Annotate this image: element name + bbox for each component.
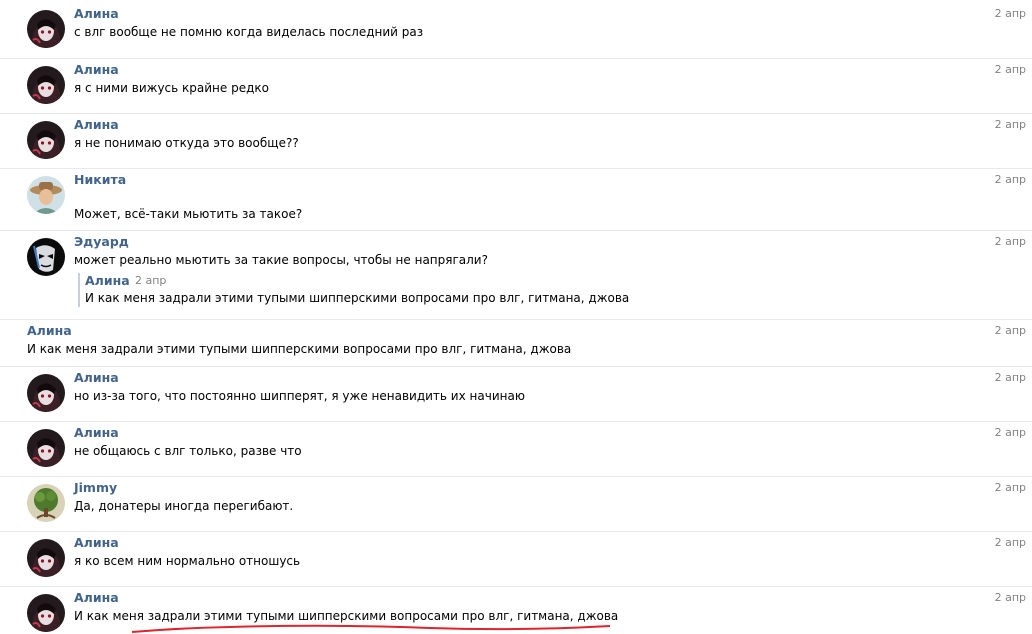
author-name[interactable]: Эдуард [74,234,129,249]
author-name[interactable]: Алина [74,62,119,77]
message-text: я с ними вижусь крайне редко [74,81,269,95]
message-text: с влг вообще не помню когда виделась пос… [74,25,424,39]
avatar[interactable] [27,10,65,48]
message-date[interactable]: 2 апр [995,235,1026,248]
message-row: Алина 2 апр но из-за того, что постоянно ш… [0,366,1032,421]
message-date[interactable]: 2 апр [995,371,1026,384]
message-text: И как меня задрали этими тупыми шипперск… [27,342,572,356]
author-name[interactable]: Алина [74,370,119,385]
message-feed: Алина 2 апр с влг вообще не помню когда ви… [0,0,1032,634]
message-row: Jimmy 2 апр Да, донатеры иногда перегибают… [0,476,1032,531]
message-row: Алина 2 апр я с ними вижусь крайне редко [0,58,1032,113]
message-row: Алина 2 апр с влг вообще не помню когда ви… [0,3,1032,58]
avatar[interactable] [27,374,65,412]
message-date[interactable]: 2 апр [995,591,1026,604]
message-text: не общаюсь с влг только, разве что [74,444,302,458]
avatar[interactable] [27,176,65,214]
message-row: Алина 2 апр я не понимаю откуда это вообще… [0,113,1032,168]
message-row: Алина 2 апр И как меня задрали этими тупым… [0,319,1032,366]
message-date[interactable]: 2 апр [995,7,1026,20]
author-name[interactable]: Алина [74,590,119,605]
message-date[interactable]: 2 апр [995,481,1026,494]
avatar[interactable] [27,484,65,522]
author-name[interactable]: Алина [74,6,119,21]
message-date[interactable]: 2 апр [995,536,1026,549]
message-text: я ко всем ним нормально отношусь [74,554,301,568]
message-text: Да, донатеры иногда перегибают. [74,499,294,513]
avatar[interactable] [27,594,65,632]
message-row: Алина 2 апр не общаюсь с влг только, разве… [0,421,1032,476]
avatar[interactable] [27,238,65,276]
message-text: я не понимаю откуда это вообще?? [74,136,299,150]
message-row: Эдуард 2 апр может реально мьютить за таки… [0,230,1032,319]
message-text: Может, всё-таки мьютить за такое? [74,207,303,221]
quote-text: И как меня задрали этими тупыми шипперск… [85,291,630,305]
author-name[interactable]: Алина [27,323,72,338]
author-name[interactable]: Алина [74,425,119,440]
message-date[interactable]: 2 апр [995,118,1026,131]
message-date[interactable]: 2 апр [995,426,1026,439]
avatar[interactable] [27,121,65,159]
author-name[interactable]: Алина [74,117,119,132]
message-text: может реально мьютить за такие вопросы, … [74,253,488,267]
avatar[interactable] [27,539,65,577]
author-name[interactable]: Алина [74,535,119,550]
reply-quote[interactable]: Алина 2 апр И как меня задрали этими тупым… [78,273,684,307]
author-name[interactable]: Никита [74,172,126,187]
message-text: И как меня задрали этими тупыми шипперск… [74,609,619,623]
message-date[interactable]: 2 апр [995,63,1026,76]
message-row: Алина 2 апр я ко всем ним нормально отношу… [0,531,1032,586]
message-row: Алина 2 апр И как меня задрали этими тупым… [0,586,1032,634]
message-row: Никита 2 апр Может, всё-таки мьютить за та… [0,168,1032,230]
message-date[interactable]: 2 апр [995,173,1026,186]
avatar[interactable] [27,429,65,467]
quote-date: 2 апр [135,274,167,287]
quote-author[interactable]: Алина [85,273,130,288]
message-text: но из-за того, что постоянно шипперят, я… [74,389,525,403]
author-name[interactable]: Jimmy [74,480,117,495]
avatar[interactable] [27,66,65,104]
message-date[interactable]: 2 апр [995,324,1026,337]
